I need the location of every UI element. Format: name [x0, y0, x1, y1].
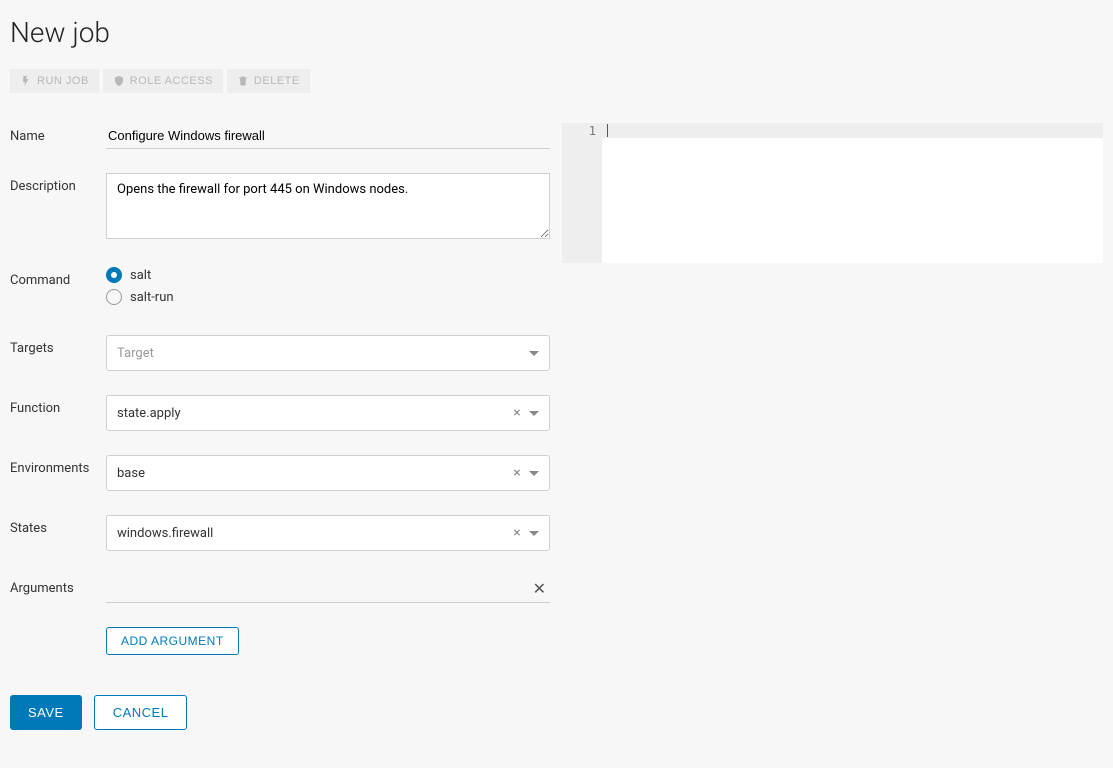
clear-icon[interactable]: ×: [509, 405, 525, 421]
description-textarea[interactable]: Opens the firewall for port 445 on Windo…: [106, 173, 550, 239]
argument-row: ✕: [106, 575, 550, 603]
toolbar: RUN JOB ROLE ACCESS DELETE: [10, 69, 1103, 93]
targets-label: Targets: [10, 335, 106, 371]
add-argument-button[interactable]: ADD ARGUMENT: [106, 627, 239, 655]
run-job-label: RUN JOB: [37, 75, 89, 87]
radio-label-salt-run: salt-run: [130, 290, 174, 305]
trash-icon: [237, 75, 249, 87]
code-editor-column: 1: [562, 123, 1103, 730]
editor-cursor: [607, 124, 608, 137]
delete-label: DELETE: [254, 75, 300, 87]
function-select[interactable]: state.apply ×: [106, 395, 550, 431]
bolt-icon: [20, 75, 32, 87]
save-button[interactable]: SAVE: [10, 695, 82, 730]
role-access-button[interactable]: ROLE ACCESS: [103, 69, 223, 93]
targets-placeholder: Target: [117, 346, 529, 361]
role-access-label: ROLE ACCESS: [130, 75, 213, 87]
command-label: Command: [10, 267, 106, 311]
name-input[interactable]: [106, 123, 550, 149]
page-title: New job: [10, 16, 1103, 49]
arguments-label: Arguments: [10, 575, 106, 603]
environments-label: Environments: [10, 455, 106, 491]
shield-icon: [113, 75, 125, 87]
radio-icon: [106, 289, 122, 305]
name-label: Name: [10, 123, 106, 149]
environments-value: base: [117, 466, 509, 481]
footer: SAVE CANCEL: [10, 695, 550, 730]
clear-icon[interactable]: ×: [509, 465, 525, 481]
delete-button[interactable]: DELETE: [227, 69, 310, 93]
code-editor[interactable]: 1: [562, 123, 1103, 263]
states-label: States: [10, 515, 106, 551]
cancel-button[interactable]: CANCEL: [94, 695, 188, 730]
clear-icon[interactable]: ×: [509, 525, 525, 541]
form-column: Name Description Opens the firewall for …: [10, 123, 550, 730]
command-radio-salt[interactable]: salt: [106, 267, 550, 283]
states-select[interactable]: windows.firewall ×: [106, 515, 550, 551]
chevron-down-icon: [529, 531, 539, 536]
line-number: 1: [562, 124, 596, 138]
command-radio-salt-run[interactable]: salt-run: [106, 289, 550, 305]
run-job-button[interactable]: RUN JOB: [10, 69, 99, 93]
chevron-down-icon: [529, 471, 539, 476]
editor-gutter: 1: [562, 123, 602, 263]
radio-label-salt: salt: [130, 268, 151, 283]
targets-select[interactable]: Target: [106, 335, 550, 371]
chevron-down-icon: [529, 351, 539, 356]
chevron-down-icon: [529, 411, 539, 416]
editor-active-line: [602, 123, 1103, 138]
radio-icon: [106, 267, 122, 283]
environments-select[interactable]: base ×: [106, 455, 550, 491]
description-label: Description: [10, 173, 106, 243]
remove-argument-icon[interactable]: ✕: [529, 579, 550, 598]
states-value: windows.firewall: [117, 526, 509, 541]
function-label: Function: [10, 395, 106, 431]
argument-input[interactable]: [106, 581, 529, 596]
function-value: state.apply: [117, 406, 509, 421]
